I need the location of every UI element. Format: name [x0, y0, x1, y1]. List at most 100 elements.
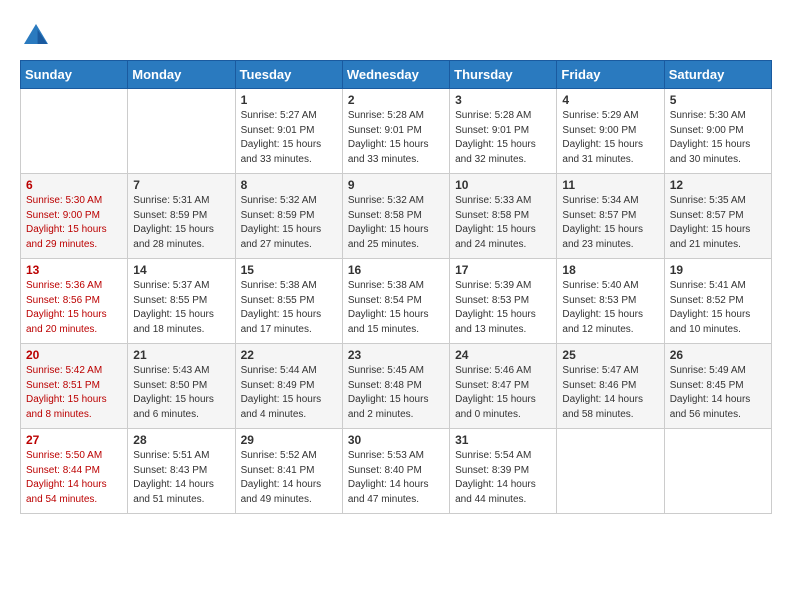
sunrise-text: Sunrise: 5:35 AM — [670, 194, 766, 209]
daylight-text: Daylight: 15 hours and 30 minutes. — [670, 138, 766, 167]
day-info: Sunrise: 5:39 AMSunset: 8:53 PMDaylight:… — [455, 279, 551, 337]
sunset-text: Sunset: 9:01 PM — [348, 124, 444, 139]
calendar-day-25: 25 Sunrise: 5:47 AMSunset: 8:46 PMDayligh… — [557, 344, 664, 429]
weekday-header-tuesday: Tuesday — [235, 61, 342, 89]
daylight-text: Daylight: 15 hours and 13 minutes. — [455, 308, 551, 337]
day-info: Sunrise: 5:30 AMSunset: 9:00 PMDaylight:… — [670, 109, 766, 167]
day-number: 6 — [26, 178, 122, 192]
daylight-text: Daylight: 15 hours and 0 minutes. — [455, 393, 551, 422]
day-number: 13 — [26, 263, 122, 277]
calendar-day-1: 1 Sunrise: 5:27 AMSunset: 9:01 PMDaylight… — [235, 89, 342, 174]
calendar-day-15: 15 Sunrise: 5:38 AMSunset: 8:55 PMDayligh… — [235, 259, 342, 344]
calendar-day-22: 22Sunrise: 5:44 AMSunset: 8:49 PMDayligh… — [235, 344, 342, 429]
calendar-day-10: 10 Sunrise: 5:33 AMSunset: 8:58 PMDayligh… — [450, 174, 557, 259]
sunset-text: Sunset: 8:59 PM — [241, 209, 337, 224]
sunrise-text: Sunrise: 5:29 AM — [562, 109, 658, 124]
daylight-text: Daylight: 15 hours and 15 minutes. — [348, 308, 444, 337]
daylight-text: Daylight: 15 hours and 6 minutes. — [133, 393, 229, 422]
daylight-text: Daylight: 15 hours and 17 minutes. — [241, 308, 337, 337]
calendar-day-30: 30 Sunrise: 5:53 AMSunset: 8:40 PMDayligh… — [342, 429, 449, 514]
day-number: 5 — [670, 93, 766, 107]
day-info: Sunrise: 5:27 AMSunset: 9:01 PMDaylight:… — [241, 109, 337, 167]
day-info: Sunrise: 5:53 AMSunset: 8:40 PMDaylight:… — [348, 449, 444, 507]
day-number: 30 — [348, 433, 444, 447]
day-number: 10 — [455, 178, 551, 192]
day-number: 21 — [133, 348, 229, 362]
sunrise-text: Sunrise: 5:30 AM — [26, 194, 122, 209]
sunset-text: Sunset: 8:45 PM — [670, 379, 766, 394]
day-number: 16 — [348, 263, 444, 277]
day-info: Sunrise: 5:30 AMSunset: 9:00 PMDaylight:… — [26, 194, 122, 252]
sunrise-text: Sunrise: 5:45 AM — [348, 364, 444, 379]
sunset-text: Sunset: 8:58 PM — [455, 209, 551, 224]
day-number: 31 — [455, 433, 551, 447]
page-header — [20, 20, 772, 52]
day-number: 27 — [26, 433, 122, 447]
calendar-day-6: 6 Sunrise: 5:30 AMSunset: 9:00 PMDaylight… — [21, 174, 128, 259]
sunrise-text: Sunrise: 5:54 AM — [455, 449, 551, 464]
calendar-day-2: 2Sunrise: 5:28 AMSunset: 9:01 PMDaylight… — [342, 89, 449, 174]
daylight-text: Daylight: 14 hours and 47 minutes. — [348, 478, 444, 507]
day-number: 3 — [455, 93, 551, 107]
day-info: Sunrise: 5:28 AMSunset: 9:01 PMDaylight:… — [455, 109, 551, 167]
day-number: 4 — [562, 93, 658, 107]
calendar-day-11: 11Sunrise: 5:34 AMSunset: 8:57 PMDayligh… — [557, 174, 664, 259]
calendar-day-31: 31Sunrise: 5:54 AMSunset: 8:39 PMDayligh… — [450, 429, 557, 514]
sunset-text: Sunset: 8:59 PM — [133, 209, 229, 224]
sunrise-text: Sunrise: 5:50 AM — [26, 449, 122, 464]
day-number: 1 — [241, 93, 337, 107]
sunset-text: Sunset: 8:43 PM — [133, 464, 229, 479]
calendar-week-5: 27 Sunrise: 5:50 AMSunset: 8:44 PM Dayligh… — [21, 429, 772, 514]
sunset-text: Sunset: 8:44 PM — [26, 464, 122, 479]
calendar-day-18: 18Sunrise: 5:40 AMSunset: 8:53 PMDayligh… — [557, 259, 664, 344]
sunrise-text: Sunrise: 5:40 AM — [562, 279, 658, 294]
day-number: 26 — [670, 348, 766, 362]
sunset-text: Sunset: 9:00 PM — [562, 124, 658, 139]
day-number: 25 — [562, 348, 658, 362]
weekday-header-friday: Friday — [557, 61, 664, 89]
sunrise-text: Sunrise: 5:39 AM — [455, 279, 551, 294]
sunrise-text: Sunrise: 5:28 AM — [455, 109, 551, 124]
sunset-text: Sunset: 8:52 PM — [670, 294, 766, 309]
calendar-day-23: 23Sunrise: 5:45 AMSunset: 8:48 PMDayligh… — [342, 344, 449, 429]
day-number: 28 — [133, 433, 229, 447]
calendar-day-empty — [557, 429, 664, 514]
calendar-day-5: 5 Sunrise: 5:30 AMSunset: 9:00 PMDaylight… — [664, 89, 771, 174]
weekday-header-saturday: Saturday — [664, 61, 771, 89]
daylight-text: Daylight: 15 hours and 4 minutes. — [241, 393, 337, 422]
sunset-text: Sunset: 8:51 PM — [26, 379, 122, 394]
calendar-day-13: 13Sunrise: 5:36 AMSunset: 8:56 PMDayligh… — [21, 259, 128, 344]
sunset-text: Sunset: 9:00 PM — [670, 124, 766, 139]
day-info: Sunrise: 5:32 AMSunset: 8:59 PMDaylight:… — [241, 194, 337, 252]
daylight-text: Daylight: 15 hours and 18 minutes. — [133, 308, 229, 337]
daylight-text: Daylight: 15 hours and 33 minutes. — [241, 138, 337, 167]
calendar-day-20: 20Sunrise: 5:42 AMSunset: 8:51 PMDayligh… — [21, 344, 128, 429]
sunrise-text: Sunrise: 5:46 AM — [455, 364, 551, 379]
day-info: Sunrise: 5:33 AMSunset: 8:58 PMDaylight:… — [455, 194, 551, 252]
sunrise-text: Sunrise: 5:51 AM — [133, 449, 229, 464]
calendar-day-19: 19Sunrise: 5:41 AMSunset: 8:52 PMDayligh… — [664, 259, 771, 344]
day-info: Sunrise: 5:32 AMSunset: 8:58 PMDaylight:… — [348, 194, 444, 252]
day-number: 7 — [133, 178, 229, 192]
day-info: Sunrise: 5:47 AMSunset: 8:46 PMDaylight:… — [562, 364, 658, 422]
daylight-text: Daylight: 15 hours and 12 minutes. — [562, 308, 658, 337]
calendar-day-14: 14Sunrise: 5:37 AMSunset: 8:55 PMDayligh… — [128, 259, 235, 344]
sunrise-text: Sunrise: 5:30 AM — [670, 109, 766, 124]
weekday-header-wednesday: Wednesday — [342, 61, 449, 89]
sunset-text: Sunset: 8:41 PM — [241, 464, 337, 479]
daylight-text: Daylight: 15 hours and 20 minutes. — [26, 308, 122, 337]
day-info: Sunrise: 5:38 AMSunset: 8:55 PMDaylight:… — [241, 279, 337, 337]
day-info: Sunrise: 5:40 AMSunset: 8:53 PMDaylight:… — [562, 279, 658, 337]
daylight-text: Daylight: 15 hours and 27 minutes. — [241, 223, 337, 252]
weekday-header-sunday: Sunday — [21, 61, 128, 89]
sunset-text: Sunset: 9:01 PM — [241, 124, 337, 139]
sunrise-text: Sunrise: 5:31 AM — [133, 194, 229, 209]
calendar-day-28: 28Sunrise: 5:51 AMSunset: 8:43 PMDayligh… — [128, 429, 235, 514]
day-info: Sunrise: 5:46 AMSunset: 8:47 PMDaylight:… — [455, 364, 551, 422]
day-number: 20 — [26, 348, 122, 362]
daylight-text: Daylight: 15 hours and 10 minutes. — [670, 308, 766, 337]
daylight-text: Daylight: 15 hours and 23 minutes. — [562, 223, 658, 252]
day-info: Sunrise: 5:41 AMSunset: 8:52 PMDaylight:… — [670, 279, 766, 337]
sunrise-text: Sunrise: 5:34 AM — [562, 194, 658, 209]
day-number: 15 — [241, 263, 337, 277]
